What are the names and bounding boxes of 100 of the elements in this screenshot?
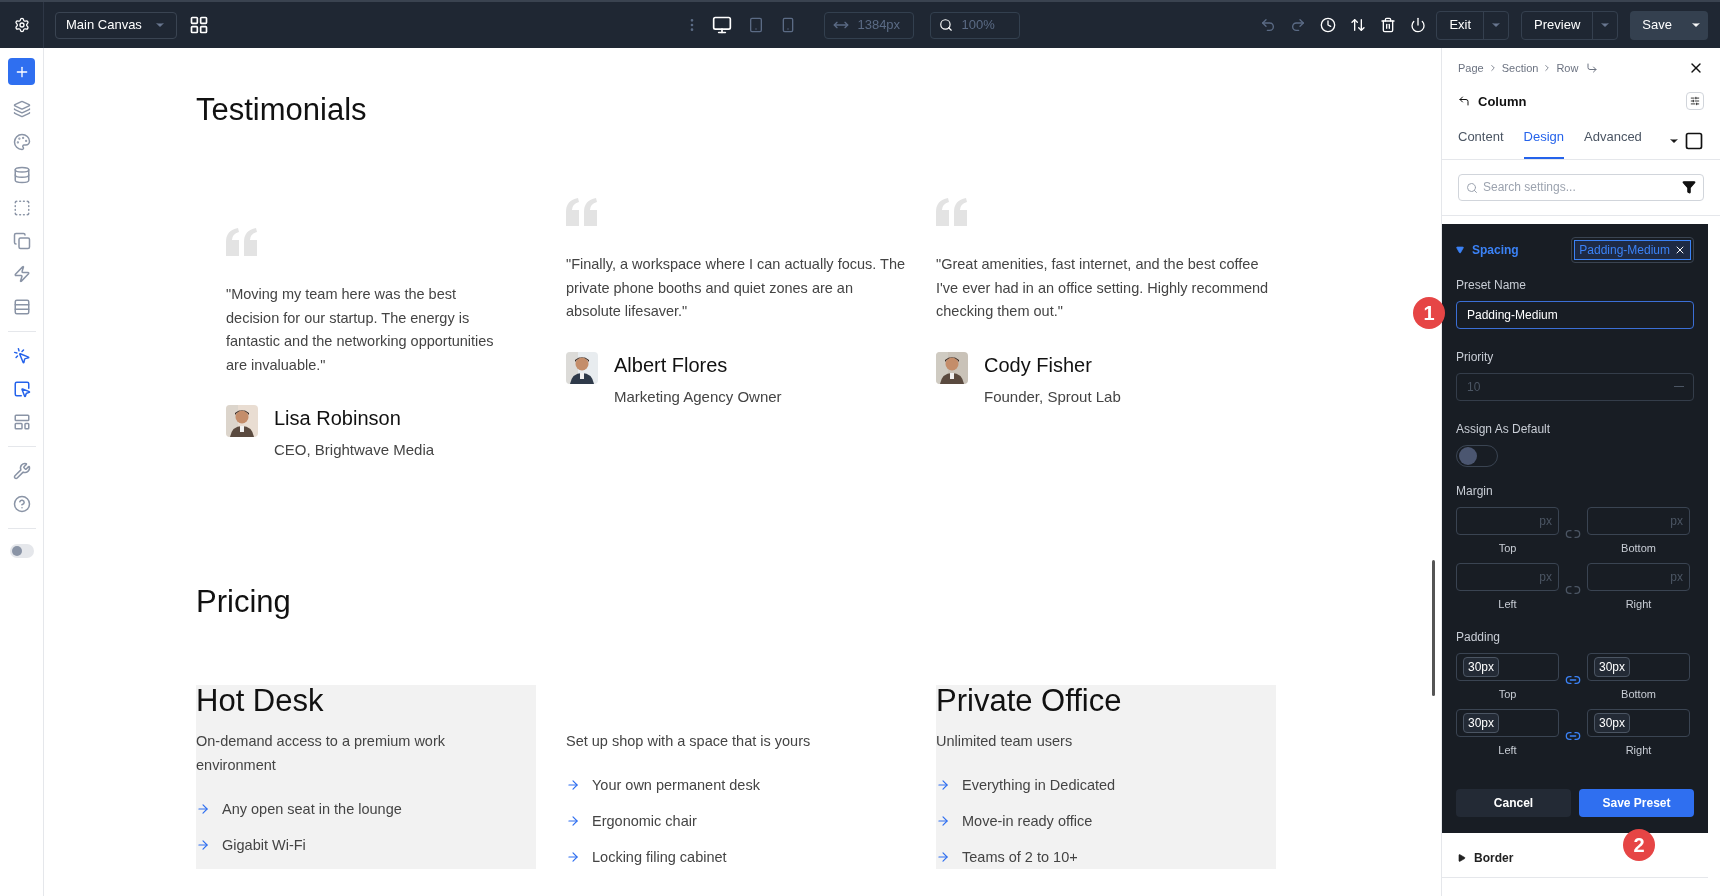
group-toggle[interactable]: Border xyxy=(1458,848,1514,867)
search-field[interactable]: Search settings... xyxy=(1458,173,1704,201)
canvas-select[interactable]: Main Canvas xyxy=(55,11,177,39)
arrow-icon xyxy=(936,849,950,864)
add-button[interactable] xyxy=(8,58,35,85)
plan-feature: Ergonomic chair xyxy=(592,811,697,831)
arrow-icon xyxy=(936,777,950,792)
plan-feature: Move-in ready office xyxy=(962,811,1093,831)
device-icon[interactable] xyxy=(1684,130,1704,151)
field-label: Preset Name xyxy=(1456,276,1528,294)
arrow-icon xyxy=(566,813,580,828)
pointer-icon[interactable] xyxy=(12,347,31,365)
spacing-field[interactable]: 30px xyxy=(1587,652,1690,681)
bolt-icon[interactable] xyxy=(12,265,31,283)
return-icon xyxy=(1586,62,1599,75)
side-label: Right xyxy=(1625,597,1652,612)
caret-icon xyxy=(1456,245,1464,254)
sliders-icon xyxy=(1690,96,1700,107)
plan-feature: Everything in Dedicated xyxy=(962,775,1116,795)
cancel-button[interactable]: Cancel xyxy=(1456,788,1571,817)
preset-name-field[interactable]: Padding-Medium xyxy=(1456,300,1694,329)
grid-icon[interactable] xyxy=(189,15,209,35)
breadcrumb-link[interactable]: Section xyxy=(1501,60,1539,77)
testimonial-quote: "Great amenities, fast internet, and the best coffee I've ever had in an office setting. Highly recommend checking them out." xyxy=(936,255,1270,321)
minus-icon xyxy=(1674,385,1684,387)
plan-title: Private Office xyxy=(936,684,1123,717)
plan-feature: Locking filing cabinet xyxy=(592,847,727,867)
help-icon[interactable] xyxy=(12,495,31,513)
tablet-icon[interactable] xyxy=(748,17,765,33)
plan-feature: Gigabit Wi-Fi xyxy=(222,835,306,855)
element-title: Column xyxy=(1478,92,1527,111)
person-role: Marketing Agency Owner xyxy=(614,386,782,407)
testimonial-quote: "Finally, a workspace where I can actually focus. The private phone booths and quiet zones are an absolute lifesaver." xyxy=(566,255,906,321)
step-badge: 2 xyxy=(1623,829,1655,861)
sort-icon[interactable] xyxy=(1350,17,1367,33)
person-name: Lisa Robinson xyxy=(274,406,402,431)
history-icon[interactable] xyxy=(1320,17,1337,33)
person-role: Founder, Sprout Lab xyxy=(984,386,1121,407)
rows-icon[interactable] xyxy=(12,298,31,316)
tools-icon[interactable] xyxy=(12,462,31,480)
plan-feature: Any open seat in the lounge xyxy=(222,799,402,819)
plan-description: Unlimited team users xyxy=(936,731,1074,751)
search-icon xyxy=(1466,181,1478,194)
plan-description: Set up shop with a space that is yours xyxy=(566,731,812,751)
arrow-icon xyxy=(566,849,580,864)
group-toggle[interactable]: Spacing xyxy=(1456,240,1519,259)
template-icon[interactable] xyxy=(12,413,31,431)
arrow-icon xyxy=(566,777,580,792)
panel-tab[interactable]: Content xyxy=(1458,127,1504,159)
panel-tab[interactable]: Advanced xyxy=(1584,127,1642,159)
power-icon[interactable] xyxy=(1410,17,1427,33)
side-label: Top xyxy=(1498,686,1517,702)
search-icon xyxy=(939,18,954,32)
panel-tab[interactable]: Design xyxy=(1523,127,1564,159)
back-icon[interactable] xyxy=(1458,95,1470,108)
toolbar-button[interactable]: Exit xyxy=(1436,10,1510,40)
field-label: Margin xyxy=(1456,482,1494,500)
quote-icon xyxy=(936,198,968,226)
side-label: Left xyxy=(1498,743,1517,758)
field-label: Priority xyxy=(1456,348,1495,366)
palette-icon[interactable] xyxy=(12,133,31,151)
filter-icon[interactable] xyxy=(1682,179,1696,194)
theme-toggle[interactable] xyxy=(9,544,34,558)
plan-feature: Teams of 2 to 10+ xyxy=(962,847,1078,867)
breadcrumb-link[interactable]: Row xyxy=(1556,60,1579,77)
field-label: Assign As Default xyxy=(1456,420,1552,438)
plan-description: On-demand access to a premium work environment xyxy=(196,731,446,775)
options-button[interactable] xyxy=(1686,92,1704,111)
spacing-field[interactable]: 30px xyxy=(1587,709,1690,737)
spacing-field[interactable]: 30px xyxy=(1456,652,1559,681)
save-button[interactable]: Save xyxy=(1630,10,1708,40)
field-label: Padding xyxy=(1456,628,1502,646)
side-label: Bottom xyxy=(1621,686,1656,702)
testimonial-quote: "Moving my team here was the best decision for our startup. The energy is fantastic and the networking opportunities are invaluable." xyxy=(226,285,495,375)
caret-icon xyxy=(1458,853,1466,862)
redo-icon[interactable] xyxy=(1290,17,1307,33)
quote-icon xyxy=(226,228,258,256)
breadcrumb-link[interactable]: Page xyxy=(1458,60,1484,77)
desktop-icon[interactable] xyxy=(712,15,733,35)
undo-icon[interactable] xyxy=(1260,17,1277,33)
plan-title: Hot Desk xyxy=(196,684,325,717)
section-heading: Testimonials xyxy=(196,91,368,129)
section-heading: Pricing xyxy=(196,582,292,621)
save-preset-button[interactable]: Save Preset xyxy=(1579,788,1694,817)
pointer-icon[interactable] xyxy=(12,380,31,398)
layers-icon[interactable] xyxy=(12,100,31,118)
priority-field[interactable]: 10 xyxy=(1456,372,1694,401)
toolbar-button[interactable]: Preview xyxy=(1521,10,1619,40)
person-name: Albert Flores xyxy=(614,352,729,378)
arrow-icon xyxy=(936,813,950,828)
side-label: Bottom xyxy=(1621,540,1656,556)
database-icon[interactable] xyxy=(12,166,31,184)
trash-icon[interactable] xyxy=(1380,17,1397,33)
settings-icon[interactable] xyxy=(13,17,30,33)
spacing-field[interactable]: 30px xyxy=(1456,709,1559,737)
side-label: Left xyxy=(1498,597,1517,612)
side-label: Right xyxy=(1625,743,1652,758)
person-name: Cody Fisher xyxy=(984,352,1093,378)
pages-icon[interactable] xyxy=(12,232,31,250)
person-role: CEO, Brightwave Media xyxy=(274,440,435,460)
